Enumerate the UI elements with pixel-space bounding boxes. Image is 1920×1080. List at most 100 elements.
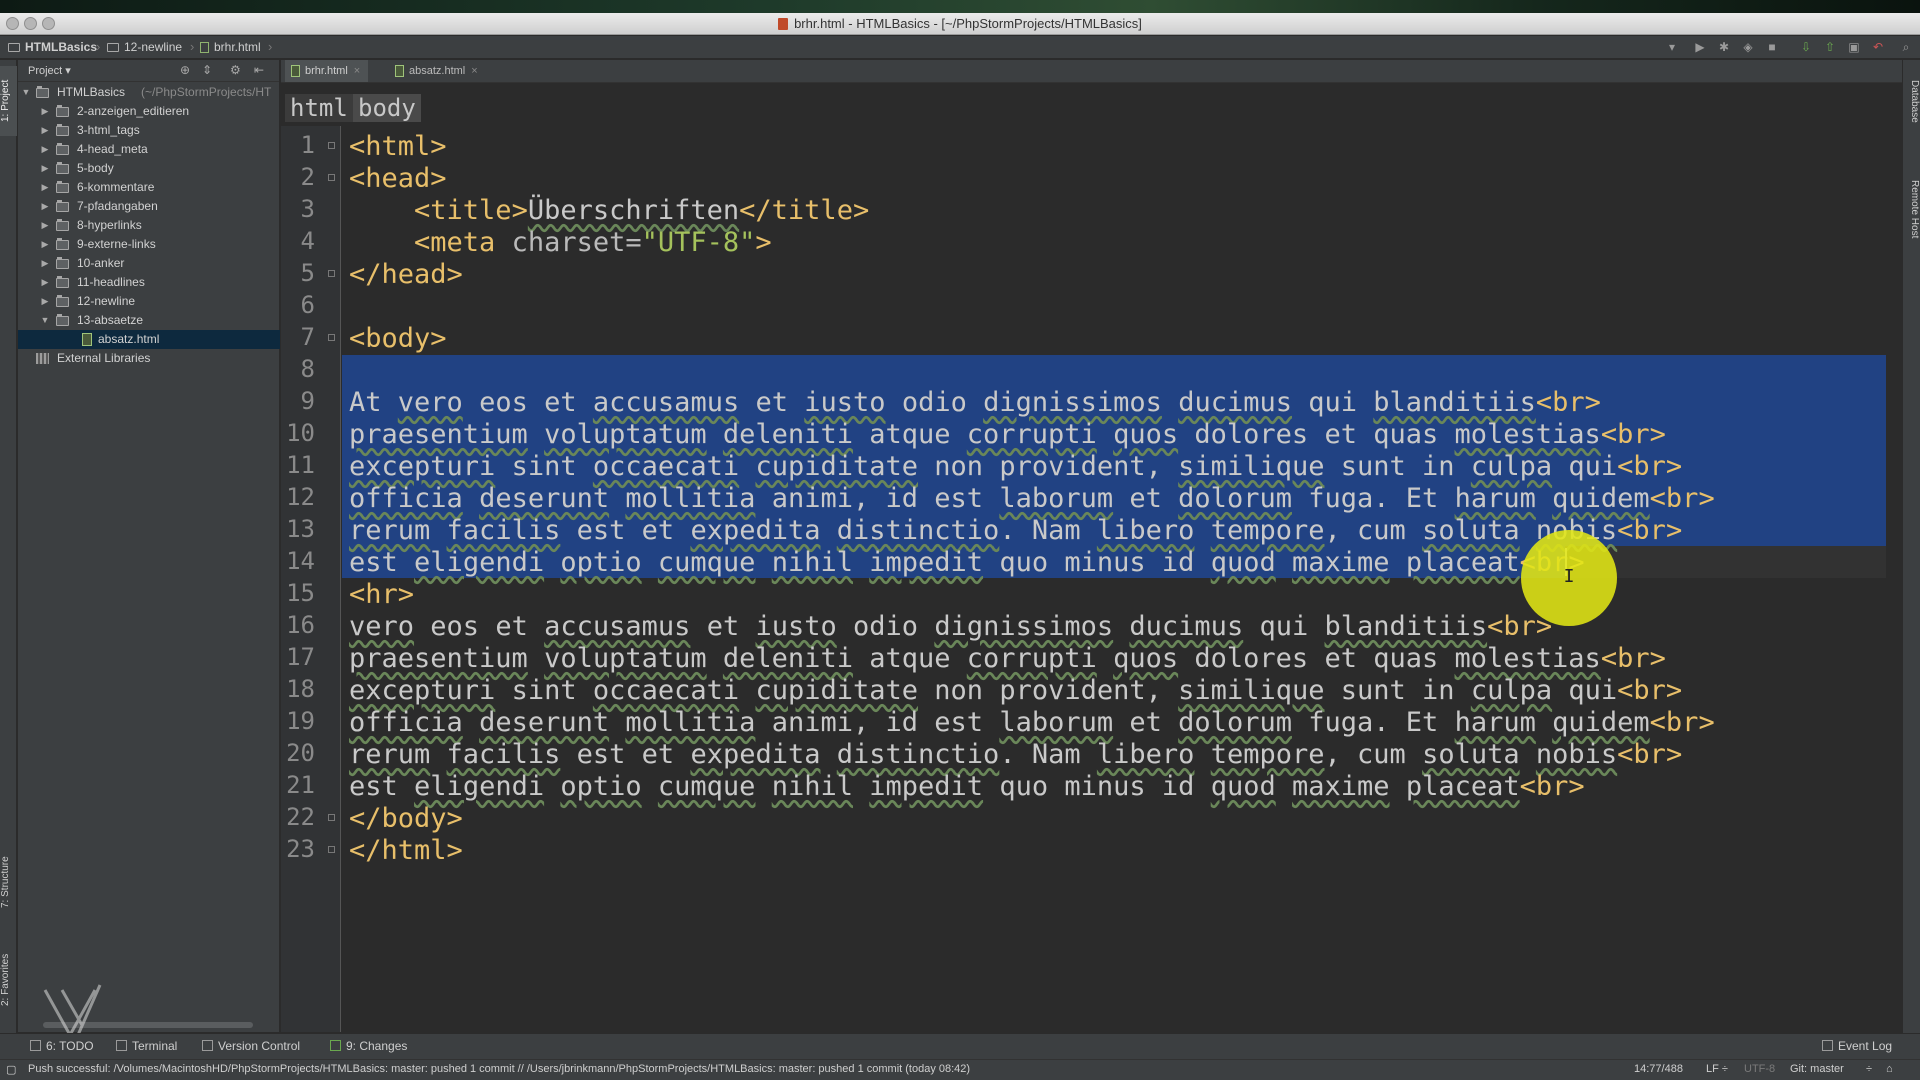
code-line[interactable]: officia deserunt mollitia animi, id est … [349,707,1715,739]
debug-icon[interactable]: ✱ [1716,40,1732,55]
todo-tool-tab[interactable]: 6: TODO [30,1039,94,1053]
nav-crumb-folder[interactable]: 12-newline [107,40,182,54]
event-log-tool-tab[interactable]: Event Log [1822,1039,1892,1053]
structure-tool-tab[interactable]: 7: Structure [0,838,17,926]
tree-external-libraries[interactable]: External Libraries [18,349,280,368]
code-line[interactable]: At vero eos et accusamus et iusto odio d… [349,387,1601,419]
chevron-down-icon[interactable]: ▼ [21,83,31,102]
code-line[interactable]: <html> [349,131,447,163]
vcs-history-icon[interactable]: ▣ [1846,40,1862,55]
chevron-right-icon[interactable]: ▶ [40,254,50,273]
code-line[interactable]: excepturi sint occaecati cupiditate non … [349,451,1682,483]
code-line[interactable]: praesentium voluptatum deleniti atque co… [349,419,1666,451]
code-fold-marker-icon[interactable] [328,846,335,853]
terminal-tool-tab[interactable]: Terminal [116,1039,177,1053]
tree-folder[interactable]: ▶ 6-kommentare [18,178,280,197]
chevron-right-icon[interactable]: ▶ [40,235,50,254]
code-line[interactable]: rerum facilis est et expedita distinctio… [349,739,1682,771]
remote-host-tool-tab[interactable]: Remote Host [1904,164,1920,254]
chevron-right-icon[interactable]: ▶ [40,140,50,159]
tree-folder[interactable]: ▶ 2-anzeigen_editieren [18,102,280,121]
undo-icon[interactable]: ↶ [1870,40,1886,55]
lock-icon[interactable]: ⌂ [1886,1063,1893,1075]
play-icon[interactable]: ▶ [1692,40,1708,55]
code-fold-marker-icon[interactable] [328,334,335,341]
tree-folder[interactable]: ▶ 11-headlines [18,273,280,292]
tag-crumb-html[interactable]: html [285,94,353,122]
gear-icon[interactable]: ⚙ [230,63,241,77]
tool-windows-toggle-icon[interactable]: ▢ [6,1063,16,1076]
code-line[interactable]: <hr> [349,579,414,611]
chevron-right-icon[interactable]: ▶ [40,121,50,140]
code-line[interactable]: </head> [349,259,463,291]
branch-chooser-icon[interactable]: ÷ [1866,1063,1872,1075]
line-separator[interactable]: LF ÷ [1706,1063,1728,1075]
chevron-down-icon[interactable]: ▼ [40,311,50,330]
editor-gutter[interactable]: 1 2 3 4 5 6 7 8 9 10 11 12 13 14 15 16 17 18 19 20 21 22 23 [281,126,341,1032]
chevron-right-icon[interactable]: ▶ [40,178,50,197]
tree-folder[interactable]: ▶ 12-newline [18,292,280,311]
code-line[interactable]: rerum facilis est et expedita distinctio… [349,515,1682,547]
code-fold-marker-icon[interactable] [328,270,335,277]
tree-folder[interactable]: ▶ 9-externe-links [18,235,280,254]
database-tool-tab[interactable]: Database [1904,66,1920,136]
tab-brhr-html[interactable]: brhr.html × [285,60,369,82]
project-view-selector[interactable]: Project ▾ [28,64,71,77]
run-config-dropdown-icon[interactable]: ▾ [1664,40,1680,55]
code-line[interactable]: excepturi sint occaecati cupiditate non … [349,675,1682,707]
chevron-right-icon[interactable]: ▶ [40,159,50,178]
code-line[interactable]: vero eos et accusamus et iusto odio dign… [349,611,1552,643]
favorites-tool-tab[interactable]: 2: Favorites [0,940,17,1020]
code-fold-marker-icon[interactable] [328,814,335,821]
code-line[interactable]: est eligendi optio cumque nihil impedit … [349,547,1585,579]
tree-folder[interactable]: ▶ 3-html_tags [18,121,280,140]
code-line[interactable]: praesentium voluptatum deleniti atque co… [349,643,1666,675]
code-line[interactable]: <meta charset="UTF-8"> [349,227,772,259]
tree-folder[interactable]: ▶ 5-body [18,159,280,178]
code-line[interactable]: <body> [349,323,447,355]
close-icon[interactable]: × [354,65,360,77]
chevron-right-icon[interactable]: ▶ [40,102,50,121]
tree-folder[interactable]: ▶ 4-head_meta [18,140,280,159]
code-line[interactable]: est eligendi optio cumque nihil impedit … [349,771,1585,803]
locate-file-icon[interactable]: ⊕ [180,63,190,77]
tree-root-htmlbasics[interactable]: ▼ HTMLBasics (~/PhpStormProjects/HT [18,83,280,102]
file-encoding[interactable]: UTF-8 [1744,1063,1775,1075]
tag-crumb-body[interactable]: body [353,94,421,122]
version-control-tool-tab[interactable]: Version Control [202,1039,300,1053]
collapse-all-icon[interactable]: ⇕ [202,63,212,77]
code-line[interactable]: </body> [349,803,463,835]
nav-crumb-project[interactable]: HTMLBasics [8,40,97,54]
git-branch[interactable]: Git: master [1790,1063,1844,1075]
code-line[interactable]: <head> [349,163,447,195]
coverage-icon[interactable]: ◈ [1740,40,1756,55]
code-fold-marker-icon[interactable] [328,174,335,181]
close-icon[interactable]: × [471,65,477,77]
tree-folder[interactable]: ▶ 10-anker [18,254,280,273]
nav-crumb-file[interactable]: brhr.html [200,40,261,54]
tree-folder[interactable]: ▶ 7-pfadangaben [18,197,280,216]
project-tool-tab[interactable]: 1: Project [0,66,17,136]
status-message[interactable]: Push successful: /Volumes/MacintoshHD/Ph… [28,1063,970,1075]
chevron-right-icon[interactable]: ▶ [40,292,50,311]
vcs-commit-icon[interactable]: ⇧ [1822,40,1838,55]
tree-folder[interactable]: ▼ 13-absaetze [18,311,280,330]
code-editor[interactable]: <html> <head> <title>Überschriften</title… [342,126,1886,1032]
vcs-update-icon[interactable]: ⇩ [1798,40,1814,55]
window-titlebar[interactable]: brhr.html - HTMLBasics - [~/PhpStormProj… [0,13,1920,35]
chevron-right-icon[interactable]: ▶ [40,273,50,292]
code-fold-marker-icon[interactable] [328,142,335,149]
code-line[interactable]: officia deserunt mollitia animi, id est … [349,483,1715,515]
hide-panel-icon[interactable]: ⇤ [254,63,264,77]
tab-absatz-html[interactable]: absatz.html × [389,60,486,82]
tree-file-absatz-html[interactable]: absatz.html [18,330,280,349]
chevron-right-icon[interactable]: ▶ [40,197,50,216]
chevron-right-icon[interactable]: ▶ [40,216,50,235]
changes-tool-tab[interactable]: 9: Changes [330,1039,407,1053]
caret-position[interactable]: 14:77/488 [1634,1063,1683,1075]
code-line[interactable]: </html> [349,835,463,867]
tree-folder[interactable]: ▶ 8-hyperlinks [18,216,280,235]
stop-icon[interactable]: ■ [1764,40,1780,55]
code-line[interactable]: <title>Überschriften</title> [349,195,869,227]
search-icon[interactable]: ⌕ [1898,40,1914,55]
